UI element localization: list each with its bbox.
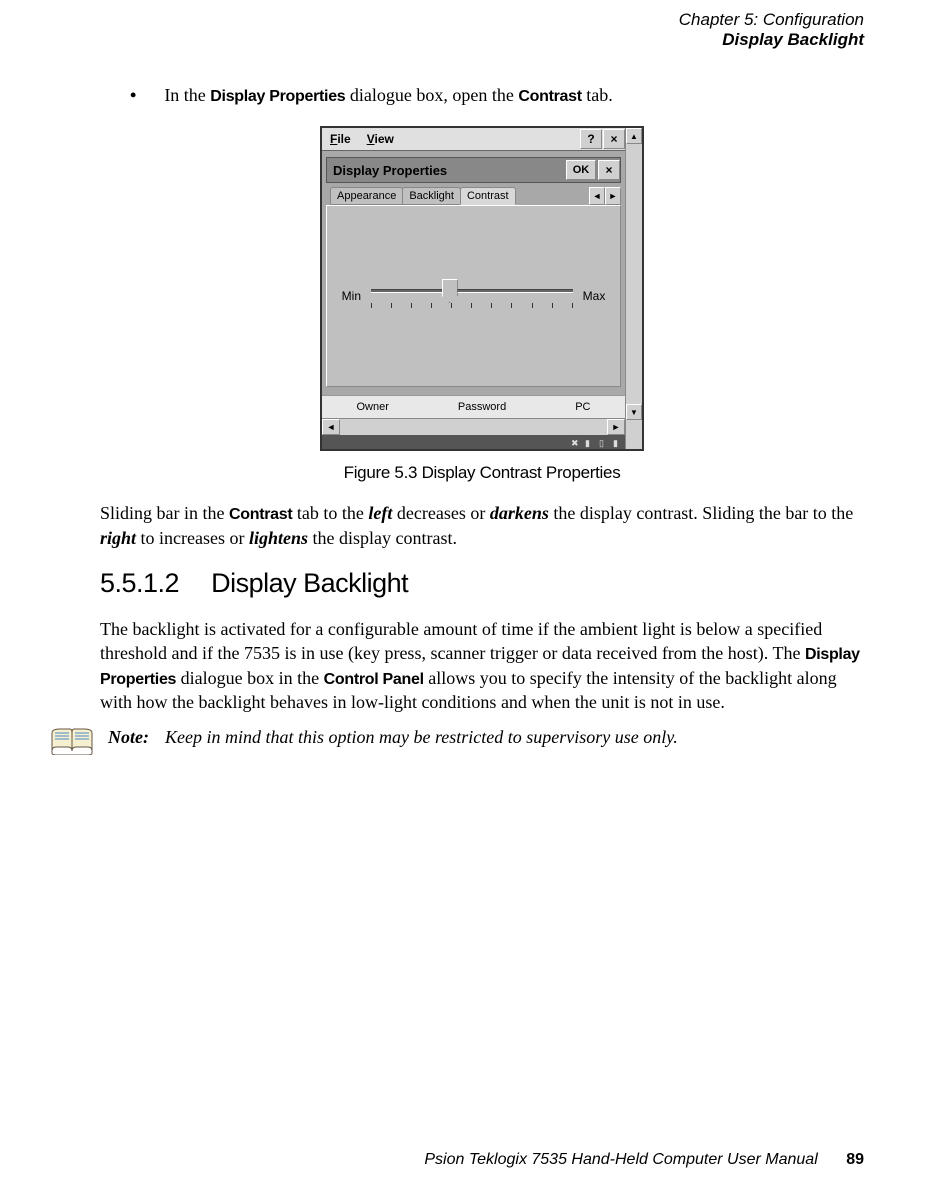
- tray-icon: ✖: [571, 438, 579, 446]
- ok-button[interactable]: OK: [566, 160, 596, 180]
- note-block: Note: Keep in mind that this option may b…: [50, 727, 864, 755]
- page-footer: Psion Teklogix 7535 Hand-Held Computer U…: [424, 1151, 864, 1169]
- tab-nav-right[interactable]: ►: [605, 187, 621, 205]
- tab-backlight[interactable]: Backlight: [402, 187, 461, 205]
- menu-file[interactable]: File: [322, 130, 359, 148]
- note-text: Keep in mind that this option may be res…: [165, 727, 678, 747]
- paragraph-contrast-explain: Sliding bar in the Contrast tab to the l…: [100, 501, 864, 550]
- display-properties-screenshot: File View ? × Display Properties OK × Ap…: [320, 126, 644, 451]
- dialog-title: Display Properties: [333, 163, 566, 178]
- tray-icon: ▮: [613, 438, 621, 446]
- scroll-down-button[interactable]: ▼: [626, 404, 642, 420]
- taskbar: ✖ ▮ ▯ ▮: [322, 435, 625, 449]
- bullet-icon: •: [130, 85, 136, 106]
- max-label: Max: [583, 289, 606, 303]
- scroll-up-button[interactable]: ▲: [626, 128, 642, 144]
- instruction-step: • In the Display Properties dialogue box…: [130, 85, 864, 106]
- tab-nav-left[interactable]: ◄: [589, 187, 605, 205]
- scroll-left-button[interactable]: ◄: [322, 419, 340, 435]
- horizontal-scrollbar[interactable]: ◄ ►: [322, 418, 625, 435]
- slider-thumb[interactable]: [442, 279, 458, 303]
- min-label: Min: [342, 289, 361, 303]
- tab-appearance[interactable]: Appearance: [330, 187, 403, 205]
- dialog-titlebar: Display Properties OK ×: [326, 157, 621, 183]
- tray-icon: ▮: [585, 438, 593, 446]
- screenshot-figure: File View ? × Display Properties OK × Ap…: [100, 126, 864, 451]
- vertical-scrollbar[interactable]: ▲ ▼: [625, 128, 642, 449]
- note-label: Note:: [108, 727, 149, 747]
- contrast-panel: Min Max: [326, 205, 621, 387]
- chapter-label: Chapter 5: Configuration: [0, 10, 864, 30]
- page-header: Chapter 5: Configuration Display Backlig…: [0, 0, 929, 50]
- section-title: Display Backlight: [211, 568, 408, 598]
- menu-view[interactable]: View: [359, 130, 402, 148]
- contrast-slider[interactable]: [371, 281, 573, 311]
- tab-contrast[interactable]: Contrast: [460, 187, 516, 205]
- item-password[interactable]: Password: [458, 401, 506, 413]
- figure-caption: Figure 5.3 Display Contrast Properties: [100, 463, 864, 483]
- control-panel-items: Owner Password PC: [322, 395, 625, 418]
- step-text: In the Display Properties dialogue box, …: [164, 85, 612, 106]
- tab-strip: Appearance Backlight Contrast ◄ ►: [322, 183, 625, 205]
- item-owner[interactable]: Owner: [357, 401, 389, 413]
- scroll-right-button[interactable]: ►: [607, 419, 625, 435]
- close-button[interactable]: ×: [603, 129, 625, 149]
- help-button[interactable]: ?: [580, 129, 602, 149]
- paragraph-backlight-explain: The backlight is activated for a configu…: [100, 617, 864, 715]
- tray-icon: ▯: [599, 438, 607, 446]
- section-number: 5.5.1.2: [100, 568, 179, 598]
- page-number: 89: [846, 1151, 864, 1168]
- dialog-close-button[interactable]: ×: [598, 160, 620, 180]
- note-book-icon: [50, 727, 94, 755]
- section-heading: 5.5.1.2 Display Backlight: [100, 568, 864, 599]
- section-label: Display Backlight: [0, 30, 864, 50]
- menu-bar: File View ? ×: [322, 128, 625, 151]
- item-pc[interactable]: PC: [575, 401, 590, 413]
- manual-title: Psion Teklogix 7535 Hand-Held Computer U…: [424, 1151, 817, 1168]
